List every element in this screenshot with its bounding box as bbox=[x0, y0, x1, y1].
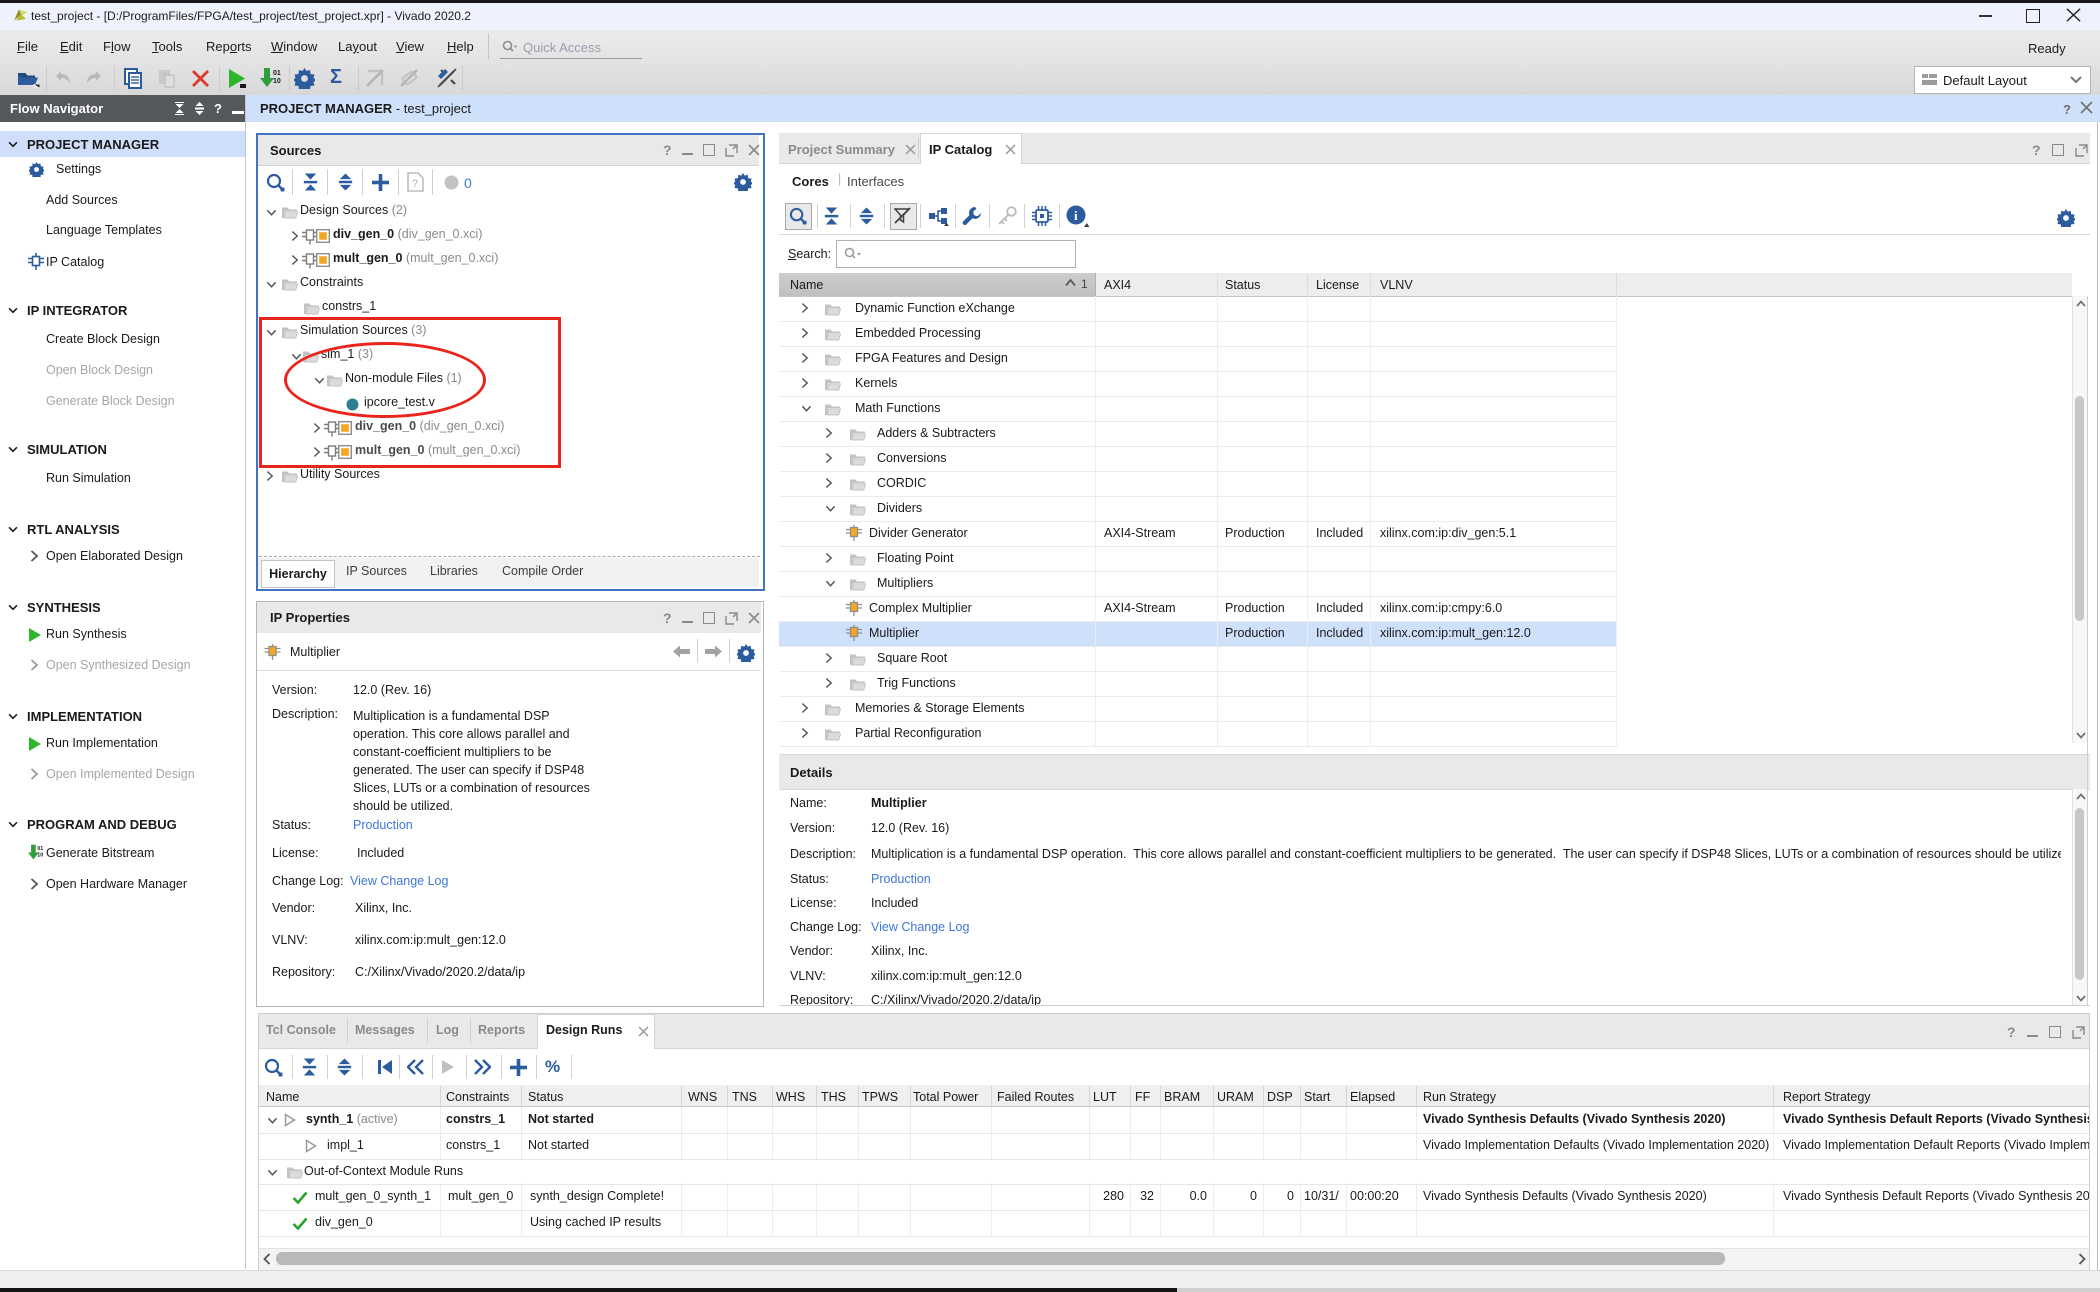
svg-text:?: ? bbox=[412, 178, 418, 190]
svg-text:01: 01 bbox=[37, 846, 43, 852]
svg-text:i: i bbox=[1074, 208, 1078, 223]
svg-text:01: 01 bbox=[273, 70, 281, 77]
svg-text:10: 10 bbox=[37, 852, 43, 858]
svg-text:10: 10 bbox=[273, 78, 281, 85]
